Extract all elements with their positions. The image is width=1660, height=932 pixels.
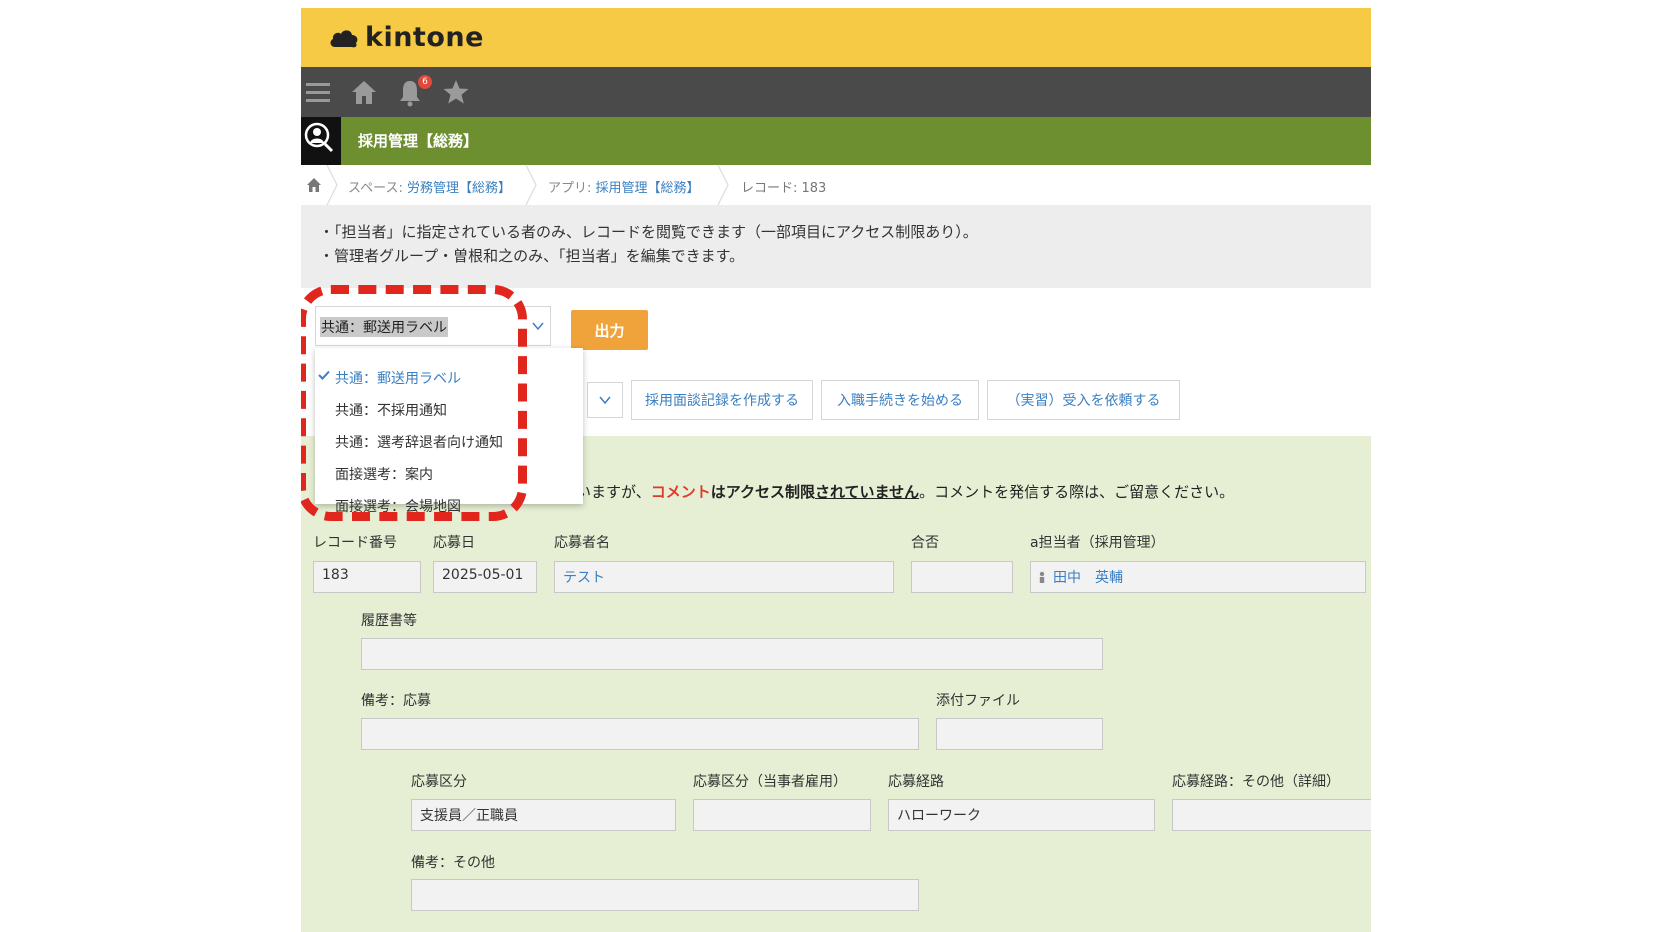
breadcrumb-separator-icon [326, 165, 338, 205]
route-field: ハローワーク [888, 799, 1155, 831]
route-other-field [1172, 799, 1371, 831]
chevron-down-icon [532, 322, 544, 331]
chevron-down-icon [599, 396, 611, 405]
notification-badge: 6 [418, 75, 432, 89]
app-icon[interactable] [301, 117, 341, 165]
print-template-dropdown: 共通：郵送用ラベル 共通：不採用通知 共通：選考辞退者向け通知 面接選考：案内 … [315, 348, 583, 515]
star-icon[interactable] [441, 77, 471, 107]
check-icon [318, 370, 330, 380]
dropdown-option-withdrawal-notice[interactable]: 共通：選考辞退者向け通知 [335, 432, 503, 452]
assignee-name[interactable]: 田中 英輔 [1053, 570, 1123, 586]
applicant-name-label: 応募者名 [554, 535, 610, 551]
attachment-label: 添付ファイル [936, 693, 1020, 709]
notice-line-1: ・「担当者」に指定されている者のみ、レコードを閲覧できます（一部項目にアクセス制… [319, 223, 978, 241]
apply-date-field: 2025-05-01 [433, 561, 537, 593]
dropdown-option-venue-map[interactable]: 面接選考：会場地図 [335, 496, 461, 516]
comment-note-part4: されていません [814, 483, 920, 501]
pass-fail-field [911, 561, 1013, 593]
dropdown-option-interview-guide[interactable]: 面接選考：案内 [335, 464, 433, 484]
breadcrumb-separator-icon [525, 165, 537, 205]
breadcrumb-app-link[interactable]: 採用管理【総務】 [596, 181, 700, 196]
logo-text: kintone [365, 22, 484, 53]
output-button[interactable]: 出力 [571, 310, 648, 350]
top-header: kintone [301, 8, 1371, 67]
breadcrumb-app-prefix: アプリ: [548, 181, 596, 196]
kintone-logo[interactable]: kintone [329, 22, 484, 53]
user-icon [1039, 571, 1045, 583]
kintone-window: kintone 6 採用管理【総務】 スペース: 労務管理【総務】 アプリ: 採… [301, 8, 1371, 932]
breadcrumb-space-link[interactable]: 労務管理【総務】 [407, 181, 511, 196]
breadcrumb-space[interactable]: スペース: 労務管理【総務】 [348, 177, 511, 196]
attachment-field [936, 718, 1103, 750]
create-interview-record-button[interactable]: 採用面談記録を作成する [631, 380, 813, 420]
resume-label: 履歴書等 [361, 613, 417, 629]
breadcrumb-separator-icon [717, 165, 729, 205]
record-no-label: レコード番号 [313, 535, 397, 551]
pass-fail-label: 合否 [911, 535, 939, 551]
cloud-logo-icon [330, 29, 358, 47]
route-label: 応募経路 [888, 774, 944, 790]
notice-line-2: ・管理者グループ・曽根和之のみ、「担当者」を編集できます。 [319, 247, 745, 265]
comment-note-part2: コメント [650, 483, 711, 501]
app-search-icon [304, 122, 334, 153]
category-label: 応募区分 [411, 774, 467, 790]
dropdown-option-label: 共通：郵送用ラベル [335, 371, 461, 387]
app-title: 採用管理【総務】 [358, 132, 479, 150]
start-onboarding-button[interactable]: 入職手続きを始める [821, 380, 979, 420]
category-self-field [693, 799, 871, 831]
hamburger-icon[interactable] [303, 77, 333, 107]
breadcrumb-app[interactable]: アプリ: 採用管理【総務】 [548, 177, 700, 196]
action-more-button[interactable] [587, 382, 623, 418]
breadcrumb-space-prefix: スペース: [348, 181, 407, 196]
apply-date-label: 応募日 [433, 535, 475, 551]
access-notice: ・「担当者」に指定されている者のみ、レコードを閲覧できます（一部項目にアクセス制… [301, 205, 1371, 288]
breadcrumb: スペース: 労務管理【総務】 アプリ: 採用管理【総務】 レコード: 183 [301, 165, 1371, 205]
app-header: 採用管理【総務】 [301, 117, 1371, 165]
request-internship-button[interactable]: （実習）受入を依頼する [987, 380, 1180, 420]
note-apply-field [361, 718, 919, 750]
comment-notice: ていますが、コメントはアクセス制限されていません。コメントを発信する際は、ご留意… [561, 481, 1234, 502]
category-field: 支援員／正職員 [411, 799, 676, 831]
comment-note-part3: はアクセス制限 [710, 483, 815, 501]
route-other-label: 応募経路：その他（詳細） [1172, 774, 1340, 790]
home-icon[interactable] [349, 77, 379, 107]
record-no-field: 183 [313, 561, 421, 593]
print-template-select[interactable]: 共通：郵送用ラベル [315, 306, 551, 346]
print-template-selected: 共通：郵送用ラベル [320, 317, 448, 337]
assignee-label: a担当者（採用管理） [1030, 535, 1165, 551]
category-self-label: 応募区分（当事者雇用） [693, 774, 847, 790]
assignee-field[interactable]: 田中 英輔 [1030, 561, 1366, 593]
applicant-name-field[interactable]: テスト [554, 561, 894, 593]
breadcrumb-home-icon[interactable] [305, 176, 323, 194]
resume-field [361, 638, 1103, 670]
dropdown-option-rejection-notice[interactable]: 共通：不採用通知 [335, 400, 447, 420]
note-other-label: 備考：その他 [411, 855, 495, 871]
note-other-field [411, 879, 919, 911]
breadcrumb-record: レコード: 183 [741, 181, 827, 196]
note-apply-label: 備考：応募 [361, 693, 431, 709]
dropdown-option-mailing-label[interactable]: 共通：郵送用ラベル [318, 368, 461, 388]
global-navbar: 6 [301, 67, 1371, 117]
comment-note-part5: 。コメントを発信する際は、ご留意ください。 [919, 483, 1235, 501]
